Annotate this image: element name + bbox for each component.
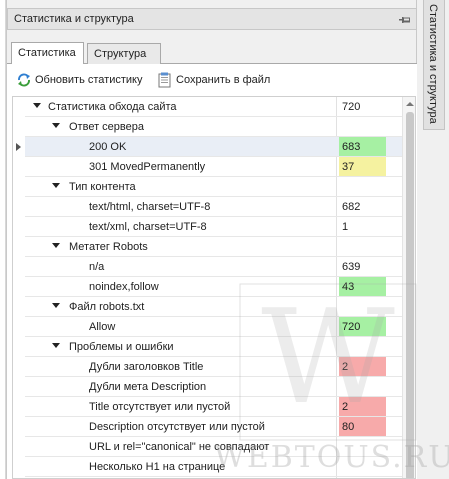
item-value: 683 — [339, 137, 386, 156]
root-value: 720 — [342, 101, 361, 113]
item-label: Description отсутствует или пустой — [89, 421, 265, 433]
item-label: Дубли заголовков Title — [89, 361, 204, 373]
collapse-arrow-icon[interactable] — [33, 103, 41, 108]
item-label: Несколько H1 на странице — [89, 461, 226, 473]
panel-title: Статистика и структура — [14, 13, 134, 25]
group-label: Проблемы и ошибки — [69, 341, 174, 353]
tree-row-group[interactable]: Тип контента — [13, 177, 402, 197]
item-value: 2 — [339, 357, 386, 376]
collapse-arrow-icon[interactable] — [52, 183, 60, 188]
group-label: Метатег Robots — [69, 241, 148, 253]
group-label: Ответ сервера — [69, 121, 144, 133]
stats-tree-grid: Статистика обхода сайта 720 Ответ сервер… — [12, 96, 416, 479]
tab-statistics[interactable]: Статистика — [11, 42, 84, 64]
tree-row-root[interactable]: Статистика обхода сайта 720 — [13, 97, 402, 117]
panel-header: Статистика и структура — [7, 8, 417, 30]
item-label: Дубли мета Description — [89, 381, 207, 393]
tree-row-item[interactable]: text/xml, charset=UTF-8 1 — [13, 217, 402, 237]
tree-row-group[interactable]: Ответ сервера — [13, 117, 402, 137]
vertical-scrollbar[interactable] — [402, 97, 415, 478]
tree-row-item[interactable]: n/a 639 — [13, 257, 402, 277]
group-label: Тип контента — [69, 181, 136, 193]
tree-row-item[interactable]: Несколько H1 на странице — [13, 457, 402, 477]
save-file-icon — [158, 72, 171, 88]
side-tab-statistics-structure[interactable]: Статистика и структура — [423, 0, 445, 130]
item-label: 200 OK — [89, 141, 127, 153]
item-value: 43 — [339, 277, 386, 296]
tab-statistics-label: Статистика — [18, 47, 76, 59]
root-label: Статистика обхода сайта — [48, 101, 177, 113]
tree-row-group[interactable]: Метатег Robots — [13, 237, 402, 257]
tab-structure[interactable]: Структура — [87, 43, 161, 64]
current-row-pointer-icon — [16, 143, 21, 151]
item-label: URL и rel="canonical" не совпадают — [89, 441, 270, 453]
item-value: 80 — [339, 417, 386, 436]
refresh-icon — [18, 73, 30, 87]
item-label: 301 MovedPermanently — [89, 161, 206, 173]
side-tab-label: Статистика и структура — [427, 4, 439, 124]
tree-row-item[interactable]: 200 OK 683 — [13, 137, 402, 157]
item-label: text/xml, charset=UTF-8 — [89, 221, 207, 233]
item-value — [339, 437, 386, 456]
item-value: 1 — [342, 221, 349, 233]
tree-row-item[interactable]: URL и rel="canonical" не совпадают — [13, 437, 402, 457]
tree-row-item[interactable]: noindex,follow 43 — [13, 277, 402, 297]
item-label: text/html, charset=UTF-8 — [89, 201, 211, 213]
scroll-up-arrow-icon[interactable] — [406, 102, 414, 106]
item-value: 2 — [339, 397, 386, 416]
collapse-arrow-icon[interactable] — [52, 303, 60, 308]
collapse-arrow-icon[interactable] — [52, 123, 60, 128]
item-value: 720 — [339, 317, 386, 336]
save-to-file-button[interactable]: Сохранить в файл — [157, 70, 270, 90]
item-label: n/a — [89, 261, 105, 273]
item-value — [339, 457, 386, 476]
item-value: 37 — [339, 157, 386, 176]
tree-row-item[interactable]: Title отсутствует или пустой 2 — [13, 397, 402, 417]
collapse-arrow-icon[interactable] — [52, 343, 60, 348]
tree-row-item[interactable]: Дубли заголовков Title 2 — [13, 357, 402, 377]
item-label: Title отсутствует или пустой — [89, 401, 231, 413]
item-value — [339, 377, 386, 396]
item-value: 682 — [342, 201, 361, 213]
tree-row-group[interactable]: Файл robots.txt — [13, 297, 402, 317]
tree-row-item[interactable]: Дубли мета Description — [13, 377, 402, 397]
tree-row-item[interactable]: 301 MovedPermanently 37 — [13, 157, 402, 177]
scrollbar-thumb[interactable] — [406, 112, 414, 478]
tree-row-item[interactable]: text/html, charset=UTF-8 682 — [13, 197, 402, 217]
tree-row-group[interactable]: Проблемы и ошибки — [13, 337, 402, 357]
tab-structure-label: Структура — [94, 48, 147, 60]
save-to-file-label: Сохранить в файл — [176, 74, 271, 86]
pin-icon[interactable] — [398, 14, 412, 26]
item-label: Allow — [89, 321, 116, 333]
collapse-arrow-icon[interactable] — [52, 243, 60, 248]
refresh-stats-button[interactable]: Обновить статистику — [16, 70, 142, 90]
item-label: noindex,follow — [89, 281, 159, 293]
tree-row-item[interactable]: Allow 720 — [13, 317, 402, 337]
tree-row-item[interactable]: Description отсутствует или пустой 80 — [13, 417, 402, 437]
item-value: 639 — [342, 261, 361, 273]
group-label: Файл robots.txt — [69, 301, 145, 313]
refresh-stats-label: Обновить статистику — [35, 74, 143, 86]
